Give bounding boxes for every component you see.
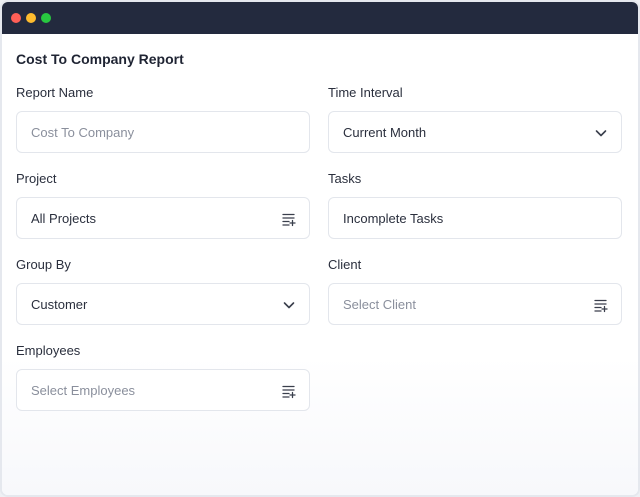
- employees-select[interactable]: Select Employees: [16, 369, 310, 411]
- group-by-value: Customer: [31, 297, 88, 312]
- time-interval-value: Current Month: [343, 125, 427, 140]
- tasks-value: Incomplete Tasks: [343, 211, 444, 226]
- page-title: Cost To Company Report: [16, 51, 184, 67]
- list-add-icon: [282, 385, 296, 399]
- window-close-button[interactable]: [11, 13, 21, 23]
- employees-placeholder: Select Employees: [31, 383, 136, 398]
- window-minimize-button[interactable]: [26, 13, 36, 23]
- client-placeholder: Select Client: [343, 297, 416, 312]
- tasks-select[interactable]: Incomplete Tasks: [328, 197, 622, 239]
- list-add-icon: [282, 213, 296, 227]
- group-by-select[interactable]: Customer: [16, 283, 310, 325]
- chevron-down-icon: [283, 302, 295, 309]
- time-interval-label: Time Interval: [328, 85, 403, 100]
- report-name-label: Report Name: [16, 85, 94, 100]
- time-interval-select[interactable]: Current Month: [328, 111, 622, 153]
- employees-label: Employees: [16, 343, 81, 358]
- project-value: All Projects: [31, 211, 97, 226]
- app-window: Cost To Company Report Report Name Cost …: [0, 0, 640, 497]
- window-titlebar: [2, 2, 638, 34]
- group-by-label: Group By: [16, 257, 71, 272]
- report-name-input[interactable]: Cost To Company: [16, 111, 310, 153]
- tasks-label: Tasks: [328, 171, 362, 186]
- chevron-down-icon: [595, 130, 607, 137]
- project-select[interactable]: All Projects: [16, 197, 310, 239]
- client-label: Client: [328, 257, 362, 272]
- project-label: Project: [16, 171, 57, 186]
- window-maximize-button[interactable]: [41, 13, 51, 23]
- report-name-placeholder: Cost To Company: [31, 125, 135, 140]
- report-form: Cost To Company Report Report Name Cost …: [2, 34, 638, 495]
- list-add-icon: [594, 299, 608, 313]
- client-select[interactable]: Select Client: [328, 283, 622, 325]
